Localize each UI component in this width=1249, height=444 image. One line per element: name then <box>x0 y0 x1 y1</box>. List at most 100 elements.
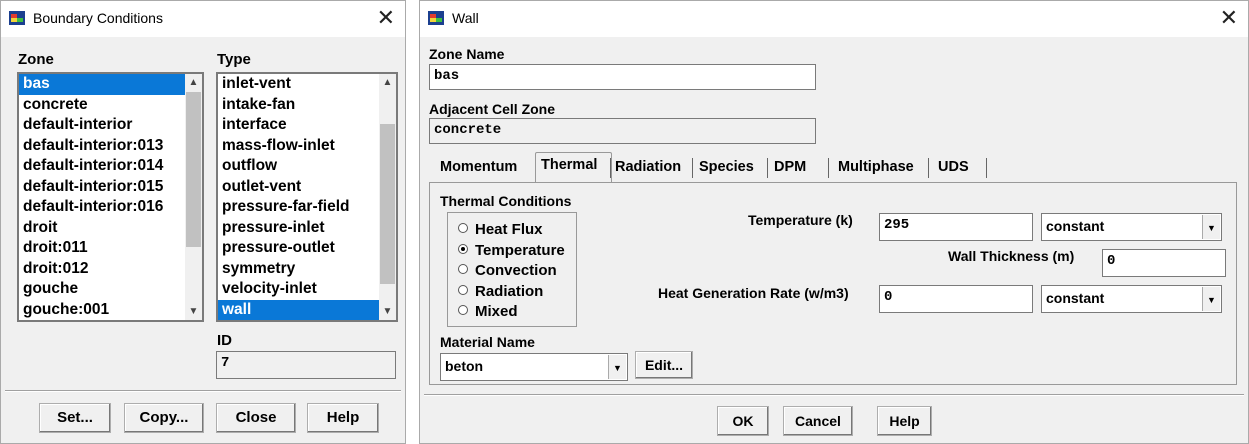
tab-bar: Momentum Thermal Radiation Species DPM M… <box>430 152 990 183</box>
list-item[interactable]: gouche:001 <box>19 300 185 321</box>
tab-divider <box>692 158 693 178</box>
thermal-conditions-group: Heat Flux Temperature Convection Radiati… <box>447 212 577 327</box>
radio-dot-icon <box>458 285 468 295</box>
help-button[interactable]: Help <box>307 403 379 433</box>
list-item[interactable]: symmetry <box>218 259 379 280</box>
wall-window: Wall ✕ Zone Name bas Adjacent Cell Zone … <box>419 0 1249 444</box>
list-item[interactable]: default-interior:014 <box>19 156 185 177</box>
adjacent-cell-zone-field: concrete <box>429 118 816 144</box>
material-name-dropdown[interactable]: beton ▼ <box>440 353 628 381</box>
scroll-down-icon[interactable]: ▼ <box>185 303 202 320</box>
bc-separator <box>5 390 401 392</box>
tab-momentum[interactable]: Momentum <box>440 154 517 180</box>
tab-divider <box>986 158 987 178</box>
heat-generation-method-dropdown[interactable]: constant ▼ <box>1041 285 1222 313</box>
list-item[interactable]: outflow <box>218 156 379 177</box>
material-name-label: Material Name <box>440 334 535 350</box>
list-item[interactable]: gouche <box>19 279 185 300</box>
list-item[interactable]: default-interior:016 <box>19 197 185 218</box>
zone-name-field[interactable]: bas <box>429 64 816 90</box>
help-button[interactable]: Help <box>877 406 932 436</box>
edit-material-button[interactable]: Edit... <box>635 351 693 379</box>
tab-divider <box>610 158 611 178</box>
scroll-up-icon[interactable]: ▲ <box>379 74 396 91</box>
scroll-up-icon[interactable]: ▲ <box>185 74 202 91</box>
tab-divider <box>928 158 929 178</box>
tab-radiation[interactable]: Radiation <box>615 154 681 180</box>
chevron-down-icon[interactable]: ▼ <box>1202 215 1220 239</box>
thermal-conditions-label: Thermal Conditions <box>440 193 572 209</box>
list-item[interactable]: default-interior:015 <box>19 177 185 198</box>
radio-label: Convection <box>475 262 557 279</box>
radio-dot-icon <box>458 223 468 233</box>
bc-window-title: Boundary Conditions <box>33 10 163 26</box>
chevron-down-icon[interactable]: ▼ <box>608 355 626 379</box>
type-scroll-thumb[interactable] <box>380 124 395 284</box>
fluent-app-icon <box>9 11 25 25</box>
list-item[interactable]: bas <box>19 74 185 95</box>
zone-list-items: bas concrete default-interior default-in… <box>19 74 185 320</box>
close-button[interactable]: Close <box>216 403 296 433</box>
tab-species[interactable]: Species <box>699 154 754 180</box>
tab-multiphase[interactable]: Multiphase <box>838 154 914 180</box>
list-item[interactable]: velocity-inlet <box>218 279 379 300</box>
id-label: ID <box>217 332 232 349</box>
list-item[interactable]: inlet-vent <box>218 74 379 95</box>
radio-radiation[interactable]: Radiation <box>458 283 543 300</box>
bc-titlebar[interactable]: Boundary Conditions ✕ <box>1 1 405 37</box>
fluent-app-icon <box>428 11 444 25</box>
temperature-field[interactable]: 295 <box>879 213 1033 241</box>
radio-convection[interactable]: Convection <box>458 262 557 279</box>
list-item[interactable]: intake-fan <box>218 95 379 116</box>
radio-temperature[interactable]: Temperature <box>458 242 565 259</box>
radio-dot-selected-icon <box>458 244 468 254</box>
list-item[interactable]: droit <box>19 218 185 239</box>
type-list-items: inlet-vent intake-fan interface mass-flo… <box>218 74 379 320</box>
radio-dot-icon <box>458 264 468 274</box>
wall-separator <box>424 394 1244 396</box>
chevron-down-icon[interactable]: ▼ <box>1202 287 1220 311</box>
tab-dpm[interactable]: DPM <box>774 154 806 180</box>
list-item[interactable]: wall <box>218 299 379 320</box>
close-icon[interactable]: ✕ <box>1220 5 1238 31</box>
tab-thermal[interactable]: Thermal <box>535 152 612 183</box>
list-item[interactable]: interface <box>218 115 379 136</box>
zone-name-label: Zone Name <box>429 46 505 62</box>
list-item[interactable]: pressure-inlet <box>218 218 379 239</box>
wall-window-title: Wall <box>452 10 479 26</box>
list-item[interactable]: mass-flow-inlet <box>218 136 379 157</box>
list-item[interactable]: concrete <box>19 95 185 116</box>
wall-thickness-field[interactable]: 0 <box>1102 249 1226 277</box>
set-button[interactable]: Set... <box>39 403 111 433</box>
close-icon[interactable]: ✕ <box>377 5 395 31</box>
radio-dot-icon <box>458 305 468 315</box>
heat-generation-rate-field[interactable]: 0 <box>879 285 1033 313</box>
copy-button[interactable]: Copy... <box>124 403 204 433</box>
scroll-down-icon[interactable]: ▼ <box>379 303 396 320</box>
tab-divider <box>767 158 768 178</box>
type-list[interactable]: inlet-vent intake-fan interface mass-flo… <box>216 72 398 322</box>
zone-list[interactable]: bas concrete default-interior default-in… <box>17 72 204 322</box>
zone-scroll-thumb[interactable] <box>186 92 201 247</box>
type-scrollbar[interactable]: ▲ ▼ <box>379 74 396 320</box>
list-item[interactable]: droit:012 <box>19 259 185 280</box>
cancel-button[interactable]: Cancel <box>783 406 853 436</box>
temperature-label: Temperature (k) <box>748 212 853 228</box>
type-label: Type <box>217 51 251 68</box>
list-item[interactable]: droit:011 <box>19 238 185 259</box>
ok-button[interactable]: OK <box>717 406 769 436</box>
wall-titlebar[interactable]: Wall ✕ <box>420 1 1248 37</box>
list-item[interactable]: default-interior:013 <box>19 136 185 157</box>
radio-mixed[interactable]: Mixed <box>458 303 518 320</box>
tab-uds[interactable]: UDS <box>938 154 969 180</box>
radio-heat-flux[interactable]: Heat Flux <box>458 221 543 238</box>
boundary-conditions-window: Boundary Conditions ✕ Zone Type bas conc… <box>0 0 406 444</box>
zone-scrollbar[interactable]: ▲ ▼ <box>185 74 202 320</box>
list-item[interactable]: pressure-far-field <box>218 197 379 218</box>
list-item[interactable]: outlet-vent <box>218 177 379 198</box>
radio-label: Radiation <box>475 283 544 300</box>
list-item[interactable]: default-interior <box>19 115 185 136</box>
thermal-tab-panel: Thermal Conditions Heat Flux Temperature… <box>429 182 1237 385</box>
temperature-method-dropdown[interactable]: constant ▼ <box>1041 213 1222 241</box>
list-item[interactable]: pressure-outlet <box>218 238 379 259</box>
